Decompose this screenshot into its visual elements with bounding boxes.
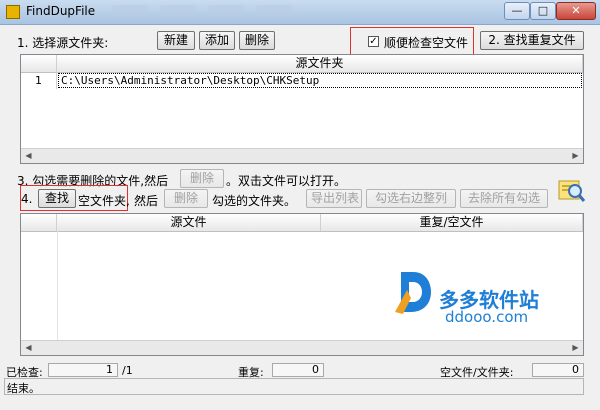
list-item[interactable]: 1 C:\Users\Administrator\Desktop\CHKSetu… <box>21 72 583 89</box>
step1-label: 1. 选择源文件夹: <box>17 36 109 50</box>
check-empty-label: 顺便检查空文件 <box>384 36 469 50</box>
scroll-right-icon[interactable]: ▶ <box>568 341 583 355</box>
duplicate-count-field: 0 <box>272 363 324 377</box>
index-column-header <box>21 214 57 231</box>
scroll-left-icon[interactable]: ◀ <box>21 149 36 163</box>
column-divider <box>57 231 58 341</box>
then-label: 然后 <box>134 194 159 208</box>
uncheck-all-button[interactable]: 去除所有勾选 <box>460 189 548 208</box>
scroll-left-icon[interactable]: ◀ <box>21 341 36 355</box>
row-index: 1 <box>21 72 57 89</box>
maximize-button[interactable]: □ <box>530 2 556 20</box>
source-file-column-header[interactable]: 源文件 <box>57 214 321 231</box>
delete-folders-button[interactable]: 删除 <box>164 189 208 208</box>
duplicate-file-column-header[interactable]: 重复/空文件 <box>321 214 583 231</box>
scroll-right-icon[interactable]: ▶ <box>568 149 583 163</box>
check-empty-checkbox[interactable]: ✓ <box>368 36 379 47</box>
horizontal-scrollbar[interactable]: ◀ ▶ <box>21 340 583 355</box>
status-bar: 结束。 <box>4 378 584 395</box>
folder-path: C:\Users\Administrator\Desktop\CHKSetup <box>58 73 582 88</box>
index-column-header <box>21 55 57 72</box>
check-right-column-button[interactable]: 勾选右边整列 <box>366 189 456 208</box>
find-empty-folder-button[interactable]: 查找 <box>38 189 76 208</box>
horizontal-scrollbar[interactable]: ◀ ▶ <box>21 148 583 163</box>
watermark-logo <box>393 268 433 316</box>
find-duplicates-button[interactable]: 2. 查找重复文件 <box>480 31 584 50</box>
step3-hint: 。双击文件可以打开。 <box>226 174 347 188</box>
checked-count-field: 1 <box>48 363 118 377</box>
delete-files-button[interactable]: 删除 <box>180 169 224 188</box>
results-header: 源文件 重复/空文件 <box>21 214 583 232</box>
delete-folder-button[interactable]: 删除 <box>239 31 275 50</box>
app-icon <box>6 5 20 19</box>
minimize-button[interactable]: — <box>504 2 530 20</box>
checked-total: /1 <box>122 364 133 377</box>
checked-folder-label: 勾选的文件夹。 <box>212 194 297 208</box>
status-message: 结束。 <box>7 382 40 395</box>
blurred-title-tab <box>256 5 292 15</box>
source-folder-column-header[interactable]: 源文件夹 <box>57 55 583 72</box>
blurred-title-tab <box>112 5 148 15</box>
new-folder-button[interactable]: 新建 <box>157 31 195 50</box>
empty-count-field: 0 <box>532 363 584 377</box>
step4-label: 4. <box>21 192 33 206</box>
watermark-url: ddooo.com <box>445 308 529 326</box>
window-title: FindDupFile <box>26 4 96 18</box>
add-folder-button[interactable]: 添加 <box>199 31 235 50</box>
export-list-button[interactable]: 导出列表 <box>306 189 362 208</box>
search-folder-icon[interactable] <box>556 176 586 204</box>
blurred-title-tab <box>208 5 244 15</box>
results-list[interactable]: 源文件 重复/空文件 多多软件站 ddooo.com ◀ ▶ <box>20 213 584 356</box>
source-folder-list[interactable]: 源文件夹 1 C:\Users\Administrator\Desktop\CH… <box>20 54 584 164</box>
close-button[interactable]: ✕ <box>556 2 596 20</box>
list-header: 源文件夹 <box>21 55 583 73</box>
blurred-title-tab <box>160 5 196 15</box>
empty-folder-label: 空文件夹, <box>78 194 130 208</box>
title-bar: FindDupFile — □ ✕ <box>0 0 600 25</box>
